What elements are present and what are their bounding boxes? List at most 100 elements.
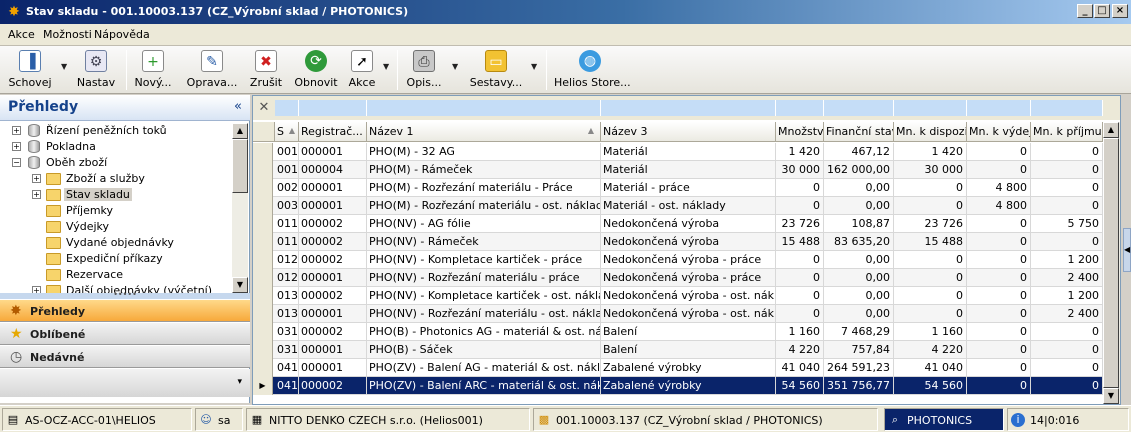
scroll-up-icon[interactable]: ▲	[1103, 122, 1119, 138]
row-indicator[interactable]	[253, 197, 273, 215]
hide-dropdown-arrow[interactable]: ▼	[61, 62, 67, 71]
collapse-sidebar-button[interactable]: «	[234, 99, 242, 114]
table-cell[interactable]: Nedokončená výroba	[601, 233, 776, 251]
cancel-button[interactable]: ✖ Zrušit	[248, 48, 284, 92]
tree-item[interactable]: + Řízení peněžních toků	[12, 123, 232, 139]
column-header[interactable]: Registrač...	[299, 122, 367, 142]
table-row[interactable]: 031 000002 PHO(B) - Photonics AG - materiá…	[253, 323, 1103, 341]
table-row[interactable]: 031 000001 PHO(B) - Sáček Balení 4 220 757,84…	[253, 341, 1103, 359]
table-cell[interactable]: PHO(NV) - AG fólie	[367, 215, 601, 233]
expand-icon[interactable]: +	[32, 286, 41, 293]
column-header[interactable]: Mn. k dispozici	[894, 122, 967, 142]
table-cell[interactable]: 0	[776, 179, 824, 197]
clear-filter-icon[interactable]: ✕	[255, 99, 273, 117]
table-cell[interactable]: 2 400	[1031, 269, 1103, 287]
table-cell[interactable]: 0,00	[824, 179, 894, 197]
table-row[interactable]: 001 000001 PHO(M) - 32 AG Materiál 1 420 467,…	[253, 143, 1103, 161]
table-cell[interactable]: 54 560	[894, 377, 967, 395]
hide-button[interactable]: ▐ Schovej	[6, 48, 54, 92]
table-cell[interactable]: 012	[275, 269, 299, 287]
table-cell[interactable]: Zabalené výrobky	[601, 377, 776, 395]
table-cell[interactable]: 000001	[299, 305, 367, 323]
column-header[interactable]: Mn. k příjmu	[1031, 122, 1103, 142]
table-row[interactable]: 012 000002 PHO(NV) - Kompletace kartiček -…	[253, 251, 1103, 269]
expand-icon[interactable]: +	[32, 190, 41, 199]
table-cell[interactable]: 0	[967, 161, 1031, 179]
table-cell[interactable]: 0	[894, 179, 967, 197]
tree-item[interactable]: Expediční příkazy	[32, 251, 232, 267]
row-indicator[interactable]	[253, 305, 273, 323]
table-cell[interactable]: 000002	[299, 233, 367, 251]
print-dropdown-arrow[interactable]: ▼	[452, 62, 458, 71]
filter-cell[interactable]	[1031, 100, 1103, 116]
table-cell[interactable]: 000002	[299, 323, 367, 341]
tree-item[interactable]: Vydané objednávky	[32, 235, 232, 251]
table-cell[interactable]: 41 040	[894, 359, 967, 377]
edit-button[interactable]: ✎ Oprava...	[186, 48, 238, 92]
table-row[interactable]: 002 000001 PHO(M) - Rozřezání materiálu - …	[253, 179, 1103, 197]
table-cell[interactable]: 0	[894, 269, 967, 287]
table-cell[interactable]: PHO(B) - Photonics AG - materiál & ost. …	[367, 323, 601, 341]
reports-dropdown-arrow[interactable]: ▼	[531, 62, 537, 71]
table-cell[interactable]: 000001	[299, 341, 367, 359]
table-cell[interactable]: 000001	[299, 269, 367, 287]
row-indicator[interactable]	[253, 161, 273, 179]
table-row-selected[interactable]: ▶ 041 000002 PHO(ZV) - Balení ARC - materiá…	[253, 377, 1103, 395]
row-indicator[interactable]	[253, 287, 273, 305]
row-indicator[interactable]	[253, 269, 273, 287]
helios-store-button[interactable]: ◍ Helios Store...	[554, 48, 631, 92]
row-indicator[interactable]	[253, 341, 273, 359]
nav-more[interactable]: ▾	[0, 369, 250, 397]
table-row[interactable]: 013 000001 PHO(NV) - Rozřezání materiálu -…	[253, 305, 1103, 323]
table-cell[interactable]: 30 000	[894, 161, 967, 179]
reports-button[interactable]: ▭ Sestavy...	[468, 48, 524, 92]
table-cell[interactable]: 23 726	[894, 215, 967, 233]
nav-oblibene[interactable]: ★ Oblíbené	[0, 322, 250, 345]
row-indicator[interactable]	[253, 323, 273, 341]
table-cell[interactable]: 0	[776, 305, 824, 323]
tree-item[interactable]: − Oběh zboží	[12, 155, 232, 171]
scroll-thumb[interactable]	[1103, 138, 1119, 388]
refresh-button[interactable]: ⟳ Obnovit	[294, 48, 338, 92]
side-panel-handle[interactable]: ◀	[1123, 228, 1131, 272]
table-cell[interactable]: 4 800	[967, 197, 1031, 215]
table-cell[interactable]: 0	[1031, 233, 1103, 251]
table-cell[interactable]: Balení	[601, 323, 776, 341]
expand-icon[interactable]: +	[32, 174, 41, 183]
table-cell[interactable]: 0	[967, 143, 1031, 161]
table-cell[interactable]: 0	[1031, 161, 1103, 179]
table-cell[interactable]: Materiál - práce	[601, 179, 776, 197]
table-cell[interactable]: 000002	[299, 287, 367, 305]
table-cell[interactable]: 0	[1031, 143, 1103, 161]
table-row[interactable]: 003 000001 PHO(M) - Rozřezání materiálu - …	[253, 197, 1103, 215]
table-cell[interactable]: 351 756,77	[824, 377, 894, 395]
table-cell[interactable]: 41 040	[776, 359, 824, 377]
menu-moznosti[interactable]: Možnosti	[43, 28, 92, 41]
column-header[interactable]: Název 3	[601, 122, 776, 142]
table-cell[interactable]: 0	[967, 359, 1031, 377]
table-cell[interactable]: 000002	[299, 377, 367, 395]
column-header[interactable]: Název 1 ▲	[367, 122, 601, 142]
table-cell[interactable]: 011	[275, 233, 299, 251]
table-cell[interactable]: 041	[275, 359, 299, 377]
table-cell[interactable]: 041	[275, 377, 299, 395]
row-indicator[interactable]	[253, 143, 273, 161]
table-cell[interactable]: 0,00	[824, 269, 894, 287]
tree-item[interactable]: + Pokladna	[12, 139, 232, 155]
table-row[interactable]: 001 000004 PHO(M) - Rámeček Materiál 30 000 1…	[253, 161, 1103, 179]
table-row[interactable]: 013 000002 PHO(NV) - Kompletace kartiček -…	[253, 287, 1103, 305]
table-cell[interactable]: 0	[967, 287, 1031, 305]
table-cell[interactable]: 1 420	[894, 143, 967, 161]
table-cell[interactable]: 013	[275, 287, 299, 305]
column-header[interactable]: S ▲	[275, 122, 299, 142]
table-cell[interactable]: 0	[776, 197, 824, 215]
table-cell[interactable]: 0	[894, 287, 967, 305]
table-cell[interactable]: PHO(M) - Rozřezání materiálu - ost. nákl…	[367, 197, 601, 215]
filter-cell[interactable]	[967, 100, 1031, 116]
row-indicator[interactable]	[253, 215, 273, 233]
tree-scrollbar[interactable]: ▲ ▼	[232, 123, 248, 293]
column-header[interactable]: Finanční stav	[824, 122, 894, 142]
tree-item-selected[interactable]: + Stav skladu	[32, 187, 232, 203]
collapse-icon[interactable]: −	[12, 158, 21, 167]
table-row[interactable]: 011 000002 PHO(NV) - Rámeček Nedokončená vý…	[253, 233, 1103, 251]
